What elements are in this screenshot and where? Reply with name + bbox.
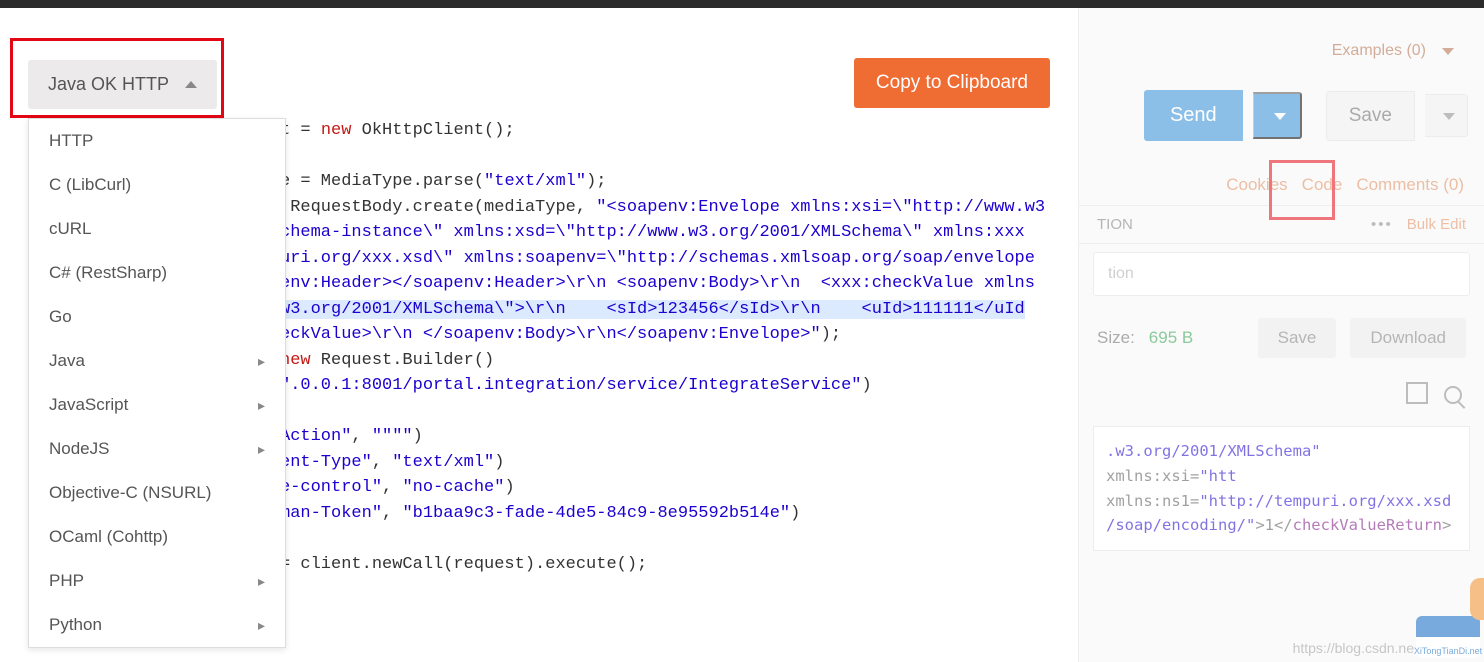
save-request-button[interactable]: Save [1326,91,1415,141]
watermark-logo: XiTongTianDi.net [1416,616,1480,658]
response-size-value: 695 B [1149,328,1193,348]
language-dropdown-button[interactable]: Java OK HTTP [28,60,217,109]
lang-item-http[interactable]: HTTP [29,119,285,163]
examples-dropdown[interactable]: Examples (0) [1079,36,1484,66]
copy-response-icon[interactable] [1410,386,1428,404]
code-generator-panel: Java OK HTTP Copy to Clipboard HTTP C (L… [0,8,1078,662]
language-dropdown-menu: HTTP C (LibCurl) cURL C# (RestSharp) Go … [28,118,286,648]
headers-table-header: TION •••Bulk Edit [1079,205,1484,244]
chevron-right-icon: ▸ [258,573,265,590]
copy-to-clipboard-button[interactable]: Copy to Clipboard [854,58,1050,108]
save-dropdown-button[interactable] [1425,94,1468,137]
code-link[interactable]: Code [1302,175,1343,195]
request-sidebar: Examples (0) Send Save Cookies Code Comm… [1078,8,1484,662]
lang-item-curl[interactable]: cURL [29,207,285,251]
lang-item-objc[interactable]: Objective-C (NSURL) [29,471,285,515]
lang-item-php[interactable]: PHP▸ [29,559,285,603]
chevron-right-icon: ▸ [258,397,265,414]
lang-item-csharp[interactable]: C# (RestSharp) [29,251,285,295]
response-size-label: Size: [1097,328,1135,348]
save-response-button[interactable]: Save [1258,318,1337,358]
chevron-right-icon: ▸ [258,617,265,634]
lang-item-ocaml[interactable]: OCaml (Cohttp) [29,515,285,559]
send-button[interactable]: Send [1144,90,1243,141]
side-handle[interactable] [1470,578,1484,620]
window-topbar [0,0,1484,8]
language-selected-label: Java OK HTTP [48,74,169,95]
caret-down-icon [1442,48,1454,55]
lang-item-python[interactable]: Python▸ [29,603,285,647]
search-response-icon[interactable] [1444,386,1462,404]
lang-item-c-libcurl[interactable]: C (LibCurl) [29,163,285,207]
more-icon[interactable]: ••• [1371,216,1393,233]
lang-item-javascript[interactable]: JavaScript▸ [29,383,285,427]
cookies-link[interactable]: Cookies [1226,175,1287,195]
lang-item-nodejs[interactable]: NodeJS▸ [29,427,285,471]
caret-up-icon [185,81,197,88]
bulk-edit-link[interactable]: Bulk Edit [1407,216,1466,233]
download-response-button[interactable]: Download [1350,318,1466,358]
caret-down-icon [1274,113,1286,120]
chevron-right-icon: ▸ [258,441,265,458]
caret-down-icon [1443,113,1455,120]
comments-link[interactable]: Comments (0) [1356,175,1464,195]
response-body[interactable]: .w3.org/2001/XMLSchema" xmlns:xsi="htt x… [1093,426,1470,551]
lang-item-java[interactable]: Java▸ [29,339,285,383]
send-dropdown-button[interactable] [1253,92,1302,139]
generated-code-snippet: t = new OkHttpClient(); e = MediaType.pa… [280,118,1058,577]
footer-url: https://blog.csdn.ne [1293,640,1414,656]
description-input[interactable]: tion [1093,252,1470,296]
chevron-right-icon: ▸ [258,353,265,370]
lang-item-go[interactable]: Go [29,295,285,339]
